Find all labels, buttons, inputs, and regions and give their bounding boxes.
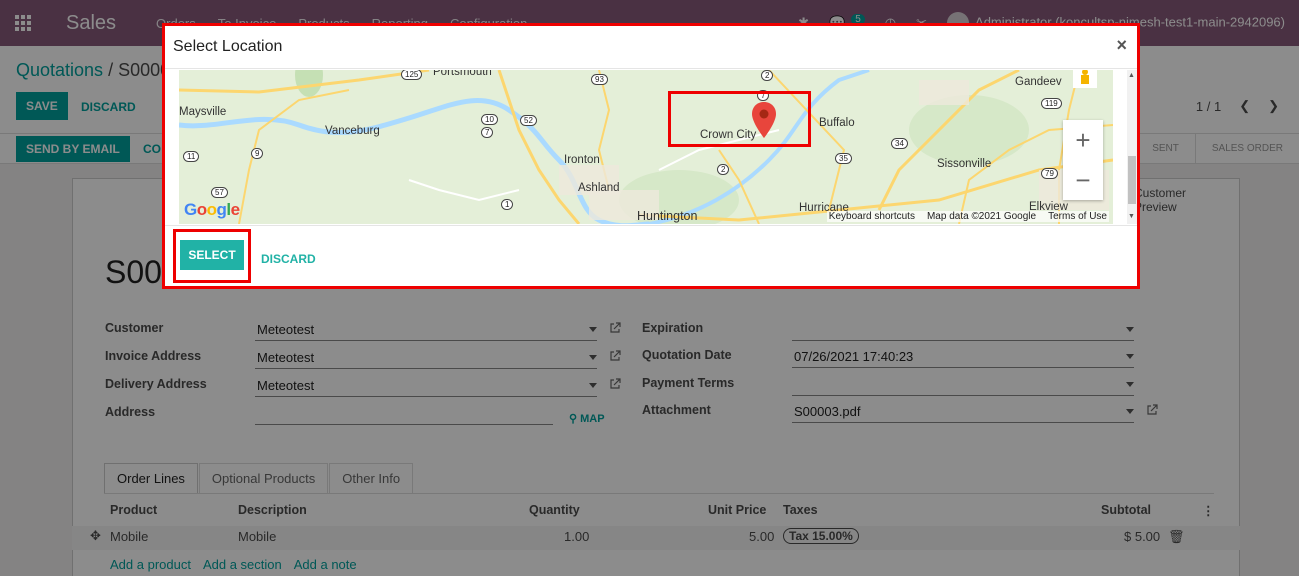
modal-discard-button[interactable]: DISCARD [261, 252, 316, 266]
map-label-ironton: Ironton [564, 154, 600, 166]
route-shield: 10 [481, 114, 498, 125]
route-shield: 93 [591, 74, 608, 85]
map-label-buffalo: Buffalo [819, 117, 855, 129]
map-label-sissonville: Sissonville [937, 158, 992, 170]
route-shield: 52 [520, 115, 537, 126]
map-canvas [179, 70, 1113, 224]
zoom-in-button[interactable]: + [1063, 120, 1103, 160]
modal-scrollbar[interactable]: ▲ ▼ [1127, 70, 1137, 224]
google-logo[interactable]: Google [184, 200, 240, 220]
route-shield: 119 [1041, 98, 1062, 109]
modal-footer: SELECT DISCARD [165, 225, 1137, 286]
zoom-out-button[interactable]: − [1063, 160, 1103, 200]
pin-highlight-box [668, 91, 811, 147]
route-shield: 35 [835, 153, 852, 164]
map-data-text: Map data ©2021 Google [926, 211, 1037, 222]
map-label-portsmouth: Portsmouth [433, 70, 492, 78]
scroll-thumb[interactable] [1128, 156, 1136, 204]
zoom-control: + − [1063, 120, 1103, 200]
scroll-down-icon[interactable]: ▼ [1128, 213, 1135, 220]
map-view[interactable]: Portsmouth Maysville Vanceburg Ironton A… [179, 70, 1113, 224]
route-shield: 34 [891, 138, 908, 149]
select-button[interactable]: SELECT [180, 240, 244, 270]
map-label-ashland: Ashland [578, 182, 620, 194]
map-label-maysville: Maysville [179, 106, 227, 118]
keyboard-shortcuts-link[interactable]: Keyboard shortcuts [829, 211, 915, 222]
select-highlight-box: SELECT [173, 229, 251, 283]
close-icon[interactable]: × [1116, 35, 1127, 56]
map-label-gandeev: Gandeev [1015, 76, 1062, 88]
map-attribution: Keyboard shortcuts Map data ©2021 Google… [826, 211, 1109, 222]
route-shield: 125 [401, 70, 423, 80]
select-location-dialog: Select Location × Portsmouth Maysville V… [162, 23, 1140, 289]
scroll-up-icon[interactable]: ▲ [1128, 72, 1135, 79]
map-label-vanceburg: Vanceburg [325, 125, 380, 137]
modal-title: Select Location [173, 38, 283, 55]
route-shield: 79 [1041, 168, 1058, 179]
map-label-huntington: Huntington [637, 209, 698, 223]
street-view-pegman-icon[interactable] [1073, 70, 1097, 88]
modal-header: Select Location × [165, 26, 1137, 69]
route-shield: 11 [183, 151, 200, 162]
terms-of-use-link[interactable]: Terms of Use [1048, 211, 1107, 222]
route-shield: 57 [211, 187, 228, 198]
